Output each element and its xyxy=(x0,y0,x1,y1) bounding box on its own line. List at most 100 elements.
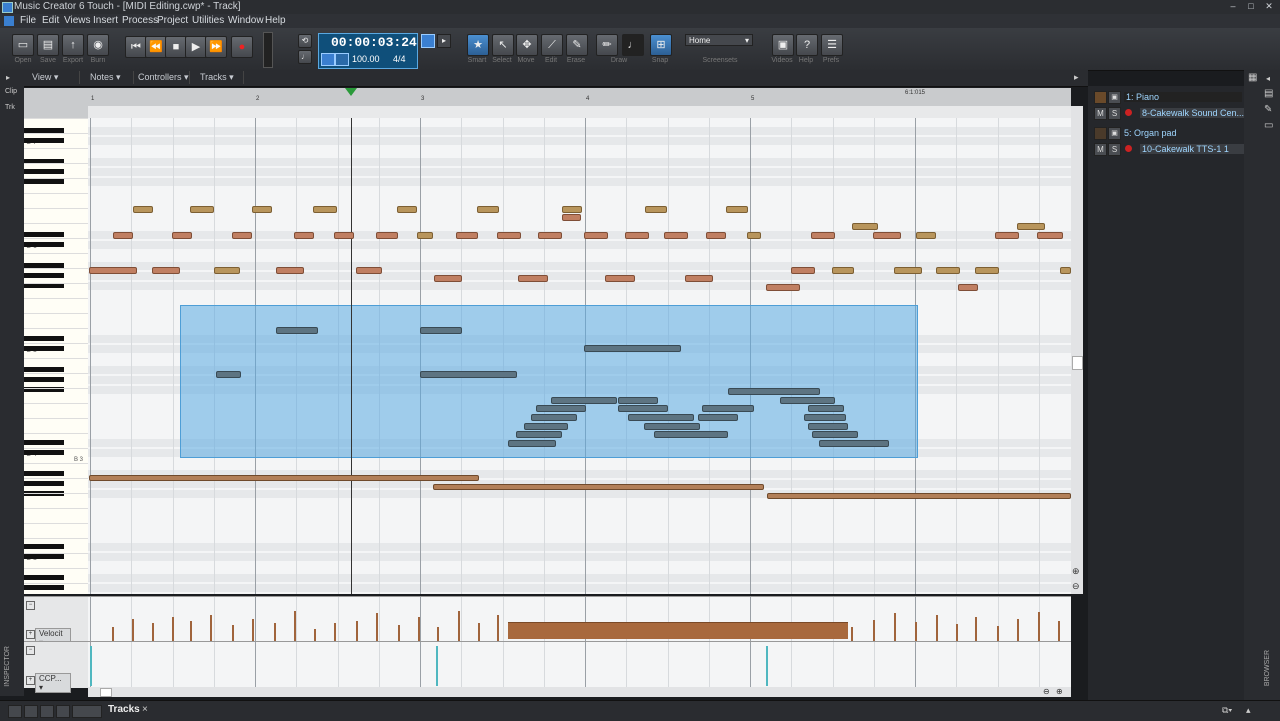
note-grid[interactable] xyxy=(88,118,1071,594)
midi-note[interactable] xyxy=(726,206,748,213)
pianoroll-controllers-menu[interactable]: Controllers ▾ xyxy=(134,71,190,84)
velocity-bar[interactable] xyxy=(851,627,853,641)
record-button[interactable]: ● xyxy=(231,36,253,58)
help-button[interactable]: ? xyxy=(796,34,818,56)
midi-note[interactable] xyxy=(562,206,582,213)
dock-icon[interactable] xyxy=(8,705,22,718)
velocity-bar[interactable] xyxy=(294,611,296,641)
velocity-bar[interactable] xyxy=(894,613,896,641)
dock-tab-collapsed[interactable] xyxy=(72,705,102,718)
midi-note[interactable] xyxy=(334,232,354,239)
midi-note[interactable] xyxy=(497,232,521,239)
vertical-scrollbar[interactable]: ⊕ ⊖ xyxy=(1071,106,1083,594)
close-tab-icon[interactable]: × xyxy=(142,704,148,715)
metronome-icon[interactable]: ♩ xyxy=(298,50,312,64)
expand-browser-icon[interactable]: ◂ xyxy=(1266,74,1270,83)
black-key[interactable] xyxy=(24,346,64,351)
punch-icon[interactable]: ▸ xyxy=(437,34,451,48)
midi-note[interactable] xyxy=(706,232,726,239)
draw-tool-button[interactable]: ✏ xyxy=(596,34,618,56)
preferences-button[interactable]: ☰ xyxy=(821,34,843,56)
velocity-bar[interactable] xyxy=(997,626,999,641)
velocity-bar[interactable] xyxy=(956,624,958,641)
screenset-select[interactable]: Home ▾ xyxy=(685,34,753,46)
stop-button[interactable]: ■ xyxy=(165,36,187,58)
black-key[interactable] xyxy=(24,575,64,580)
browser-notes-icon[interactable]: ▭ xyxy=(1264,120,1273,131)
velocity-bar[interactable] xyxy=(334,623,336,641)
midi-note[interactable] xyxy=(873,232,901,239)
browser-edit-icon[interactable]: ✎ xyxy=(1264,104,1272,115)
velocity-bar[interactable] xyxy=(1038,612,1040,641)
add-lane-icon[interactable]: + xyxy=(26,630,35,639)
menu-utilities[interactable]: Utilities xyxy=(192,14,224,28)
velocity-bar[interactable] xyxy=(314,629,316,641)
midi-note[interactable] xyxy=(767,493,1071,499)
horizontal-scroll-thumb[interactable] xyxy=(100,688,112,697)
meter-value[interactable]: 4/4 xyxy=(393,54,406,64)
black-key[interactable] xyxy=(24,554,64,559)
velocity-bar[interactable] xyxy=(1058,621,1060,641)
cc-event[interactable] xyxy=(436,646,438,686)
midi-note[interactable] xyxy=(456,232,478,239)
rewind-to-start-button[interactable]: ⏮ xyxy=(125,36,147,58)
midi-note[interactable] xyxy=(584,345,681,352)
save-button[interactable]: ▤ xyxy=(37,34,59,56)
menu-window[interactable]: Window xyxy=(228,14,264,28)
midi-note[interactable] xyxy=(113,232,133,239)
record-arm-button[interactable] xyxy=(1125,145,1132,152)
midi-note[interactable] xyxy=(995,232,1019,239)
midi-note[interactable] xyxy=(618,405,668,412)
velocity-bar[interactable] xyxy=(497,615,499,641)
midi-note[interactable] xyxy=(397,206,417,213)
velocity-bar[interactable] xyxy=(152,623,154,641)
midi-note[interactable] xyxy=(508,440,556,447)
pianoroll-notes-menu[interactable]: Notes ▾ xyxy=(86,71,134,84)
time-display[interactable]: 00:00:03:24 100.00 4/4 xyxy=(318,33,418,69)
midi-note[interactable] xyxy=(645,206,667,213)
midi-note[interactable] xyxy=(1017,223,1045,230)
zoom-in-horizontal-icon[interactable]: ⊕ xyxy=(1056,687,1063,696)
tempo-value[interactable]: 100.00 xyxy=(352,54,380,64)
menu-project[interactable]: Project xyxy=(157,14,188,28)
browser-label[interactable]: BROWSER xyxy=(1264,650,1271,686)
burn-button[interactable]: ◉ xyxy=(87,34,109,56)
midi-note[interactable] xyxy=(89,267,137,274)
midi-note[interactable] xyxy=(420,327,462,334)
snap-button[interactable]: ⊞ xyxy=(650,34,672,56)
solo-button[interactable]: S xyxy=(1108,107,1121,120)
black-key[interactable] xyxy=(24,138,64,143)
black-key[interactable] xyxy=(24,273,64,278)
mute-button[interactable]: M xyxy=(1094,107,1107,120)
black-key[interactable] xyxy=(24,585,64,590)
lock-icon[interactable]: ▣ xyxy=(1108,91,1121,104)
midi-note[interactable] xyxy=(516,431,562,438)
zoom-in-icon[interactable]: ⊕ xyxy=(1072,566,1080,577)
velocity-bar[interactable] xyxy=(398,625,400,641)
midi-note[interactable] xyxy=(1037,232,1063,239)
track-output[interactable]: 10-Cakewalk TTS-1 1 xyxy=(1140,144,1244,154)
open-button[interactable]: ▭ xyxy=(12,34,34,56)
dock-options-icon[interactable]: ⧉▾ xyxy=(1222,705,1232,716)
midi-note[interactable] xyxy=(958,284,978,291)
midi-note[interactable] xyxy=(190,206,214,213)
midi-note[interactable] xyxy=(536,405,586,412)
midi-note[interactable] xyxy=(477,206,499,213)
midi-note[interactable] xyxy=(936,267,960,274)
play-button[interactable]: ▶ xyxy=(185,36,207,58)
midi-note[interactable] xyxy=(618,397,658,404)
midi-note[interactable] xyxy=(852,223,878,230)
midi-note[interactable] xyxy=(1060,267,1071,274)
inspector-label[interactable]: INSPECTOR xyxy=(4,646,11,687)
black-key[interactable] xyxy=(24,169,64,174)
velocity-bar[interactable] xyxy=(437,627,439,641)
cc-event[interactable] xyxy=(90,646,92,686)
midi-note[interactable] xyxy=(766,284,800,291)
midi-note[interactable] xyxy=(276,327,318,334)
midi-note[interactable] xyxy=(376,232,398,239)
expand-right-icon[interactable]: ▸ xyxy=(1074,72,1079,83)
midi-note[interactable] xyxy=(702,405,754,412)
timeline-ruler[interactable]: 1 2 3 4 5 6:1:015 xyxy=(88,88,1071,107)
midi-note[interactable] xyxy=(894,267,922,274)
grid-icon[interactable]: ▦ xyxy=(1248,72,1257,83)
